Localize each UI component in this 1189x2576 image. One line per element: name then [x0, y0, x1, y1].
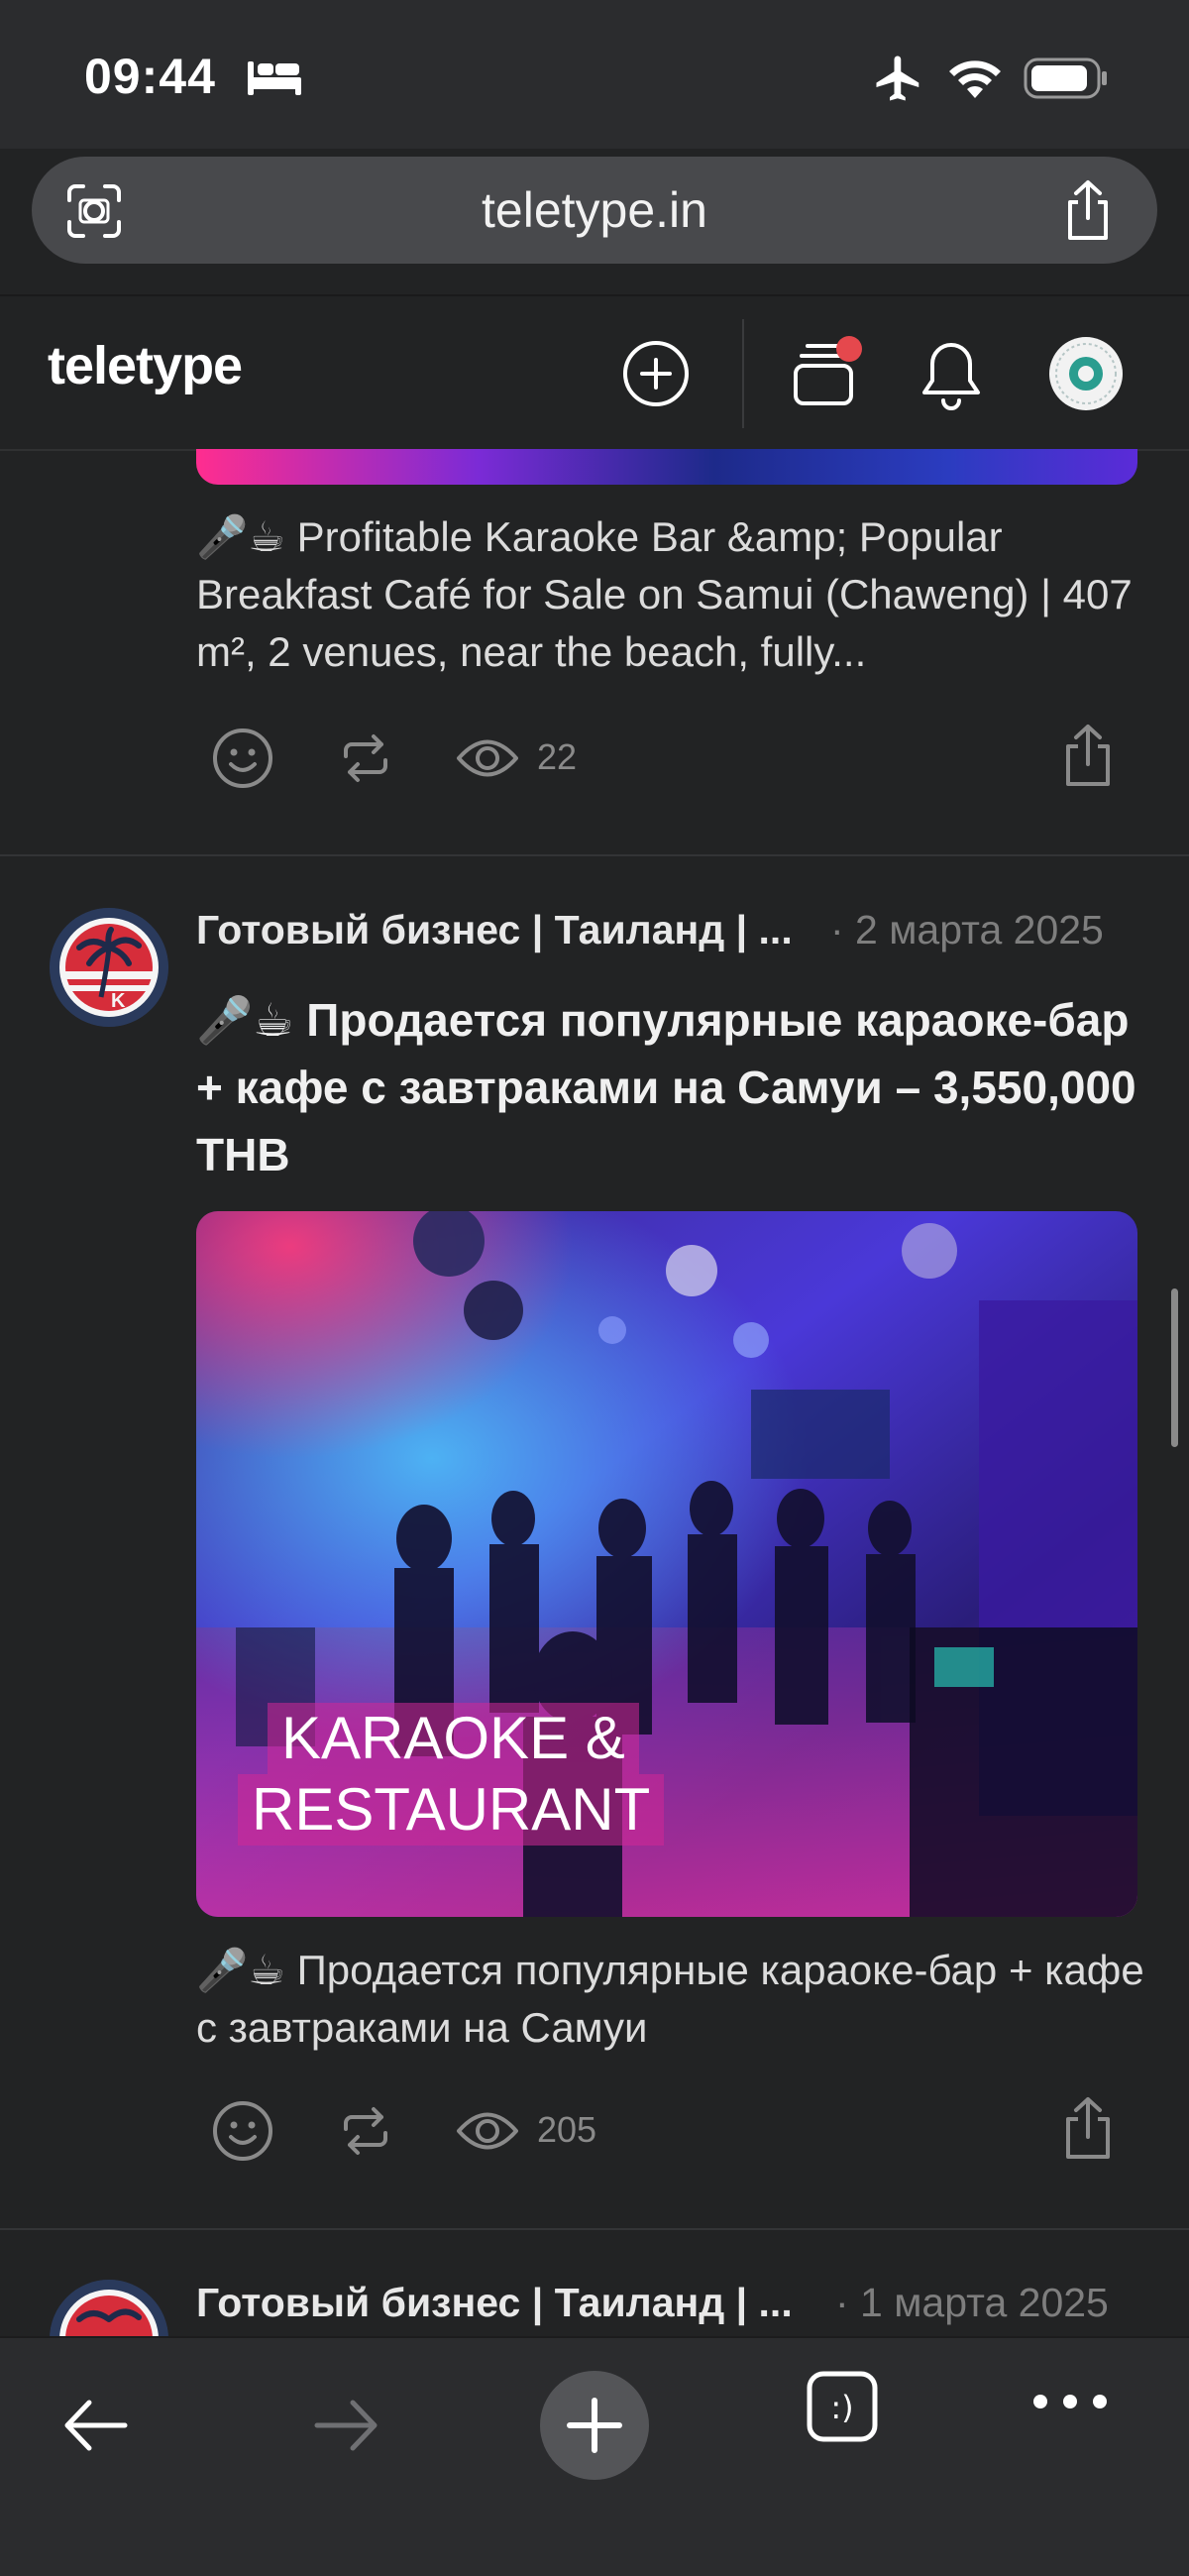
site-logo[interactable]: teletype [48, 335, 243, 396]
views-icon [457, 2112, 518, 2150]
new-tab-button[interactable] [540, 2371, 649, 2480]
url-text: teletype.in [482, 182, 707, 238]
post-date: · 2 марта 2025 [830, 907, 1104, 952]
author-name[interactable]: Готовый бизнес | Таиланд | ... [196, 2280, 793, 2326]
bell-icon[interactable] [919, 339, 984, 410]
add-icon[interactable] [621, 339, 691, 408]
scan-icon[interactable] [65, 182, 123, 240]
author-avatar[interactable]: K [50, 908, 168, 1027]
user-avatar[interactable] [1049, 337, 1123, 410]
post-image[interactable]: KARAOKE & RESTAURANT [196, 1211, 1137, 1917]
feed-icon[interactable] [790, 332, 867, 409]
reaction-icon[interactable] [211, 727, 274, 790]
author-name[interactable]: Готовый бизнес | Таиланд | ... [196, 907, 793, 953]
overlay-line-1: KARAOKE & [268, 1703, 639, 1774]
post-image[interactable] [196, 449, 1137, 485]
wifi-icon [949, 60, 1001, 98]
svg-text:K: K [111, 990, 126, 1012]
back-icon[interactable] [59, 2391, 133, 2460]
plus-icon [567, 2398, 622, 2453]
airplane-icon [876, 56, 919, 101]
address-bar[interactable]: teletype.in [32, 157, 1157, 264]
battery-icon [1024, 57, 1107, 99]
overlay-line-2: RESTAURANT [238, 1774, 665, 1846]
post-date: · 1 марта 2025 [835, 2280, 1109, 2325]
image-overlay-caption: KARAOKE & RESTAURANT [238, 1703, 665, 1846]
post-divider [0, 2228, 1189, 2230]
views-count: 205 [537, 2109, 597, 2150]
repost-icon[interactable] [338, 2103, 393, 2159]
reaction-icon[interactable] [211, 2099, 274, 2163]
share-icon[interactable] [1060, 178, 1116, 242]
scrollbar[interactable] [1171, 1288, 1178, 1447]
svg-text::): :) [830, 2389, 853, 2426]
more-icon[interactable] [1030, 2387, 1110, 2416]
share-icon[interactable] [1060, 721, 1116, 790]
share-icon[interactable] [1060, 2093, 1116, 2163]
post-title[interactable]: 🎤☕ Продается популярные караоке-бар + ка… [196, 986, 1147, 1188]
bed-icon [248, 61, 301, 95]
header-divider [742, 319, 744, 428]
repost-icon[interactable] [338, 730, 393, 786]
forward-icon[interactable] [309, 2391, 382, 2460]
views-count: 22 [537, 736, 578, 777]
post-divider [0, 854, 1189, 856]
status-time: 09:44 [84, 49, 216, 104]
post-excerpt[interactable]: 🎤☕ Profitable Karaoke Bar &amp; Popular … [196, 508, 1147, 681]
views-icon [457, 739, 518, 777]
notification-dot [836, 336, 862, 362]
tabs-icon[interactable]: :) [804, 2368, 881, 2445]
post-excerpt[interactable]: 🎤☕ Продается популярные караоке-бар + ка… [196, 1942, 1147, 2057]
